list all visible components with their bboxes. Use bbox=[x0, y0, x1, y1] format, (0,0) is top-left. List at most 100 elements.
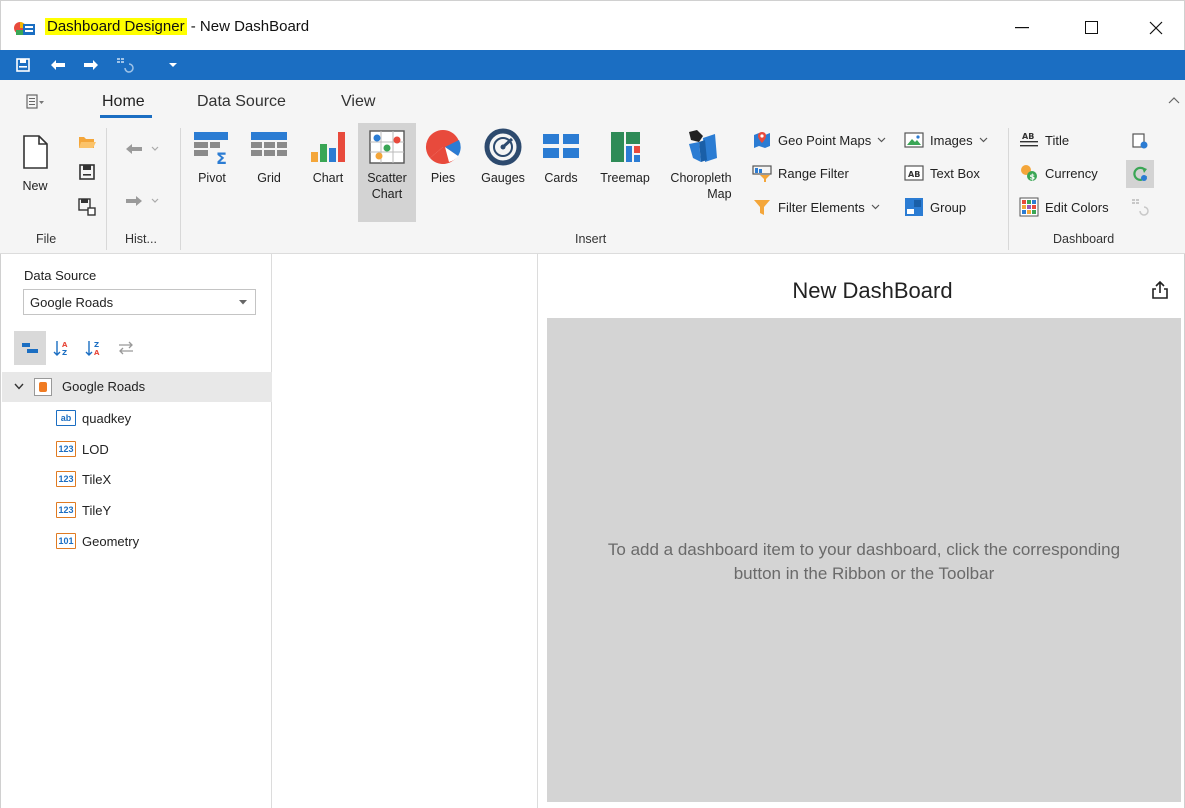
images-button[interactable]: Images bbox=[904, 128, 988, 152]
treemap-button[interactable]: Treemap bbox=[593, 128, 657, 186]
range-filter-label: Range Filter bbox=[778, 165, 849, 181]
sort-descending-button[interactable]: ZA bbox=[78, 331, 110, 365]
svg-text:Σ: Σ bbox=[216, 149, 227, 166]
refresh-fields-button[interactable] bbox=[110, 331, 142, 365]
group-label-file: File bbox=[36, 232, 57, 246]
pivot-button[interactable]: Σ Pivot bbox=[190, 128, 234, 186]
dashboard-title[interactable]: New DashBoard bbox=[538, 278, 1185, 304]
range-filter-button[interactable]: Range Filter bbox=[752, 161, 849, 185]
data-source-dropdown[interactable]: Google Roads bbox=[23, 289, 256, 315]
separator bbox=[106, 128, 107, 250]
binary-field-icon: 101 bbox=[56, 533, 76, 549]
field-name: LOD bbox=[82, 441, 109, 457]
tab-home[interactable]: Home bbox=[102, 93, 145, 111]
currency-button[interactable]: $ Currency bbox=[1019, 161, 1098, 185]
title-label: Title bbox=[1045, 132, 1070, 148]
redo-icon[interactable] bbox=[80, 56, 102, 74]
collapse-ribbon-icon[interactable] bbox=[1168, 96, 1180, 104]
pies-button[interactable]: Pies bbox=[420, 128, 466, 186]
chart-button[interactable]: Chart bbox=[305, 128, 351, 186]
svg-text:Z: Z bbox=[62, 349, 67, 357]
tab-data-source[interactable]: Data Source bbox=[197, 93, 286, 111]
range-filter-icon bbox=[752, 165, 772, 182]
group-label-dashboard: Dashboard bbox=[1053, 232, 1115, 246]
currency-icon: $ bbox=[1021, 165, 1037, 182]
title-button[interactable]: AB Title bbox=[1019, 128, 1069, 152]
new-button[interactable]: New bbox=[20, 134, 50, 194]
field-name: Geometry bbox=[82, 533, 140, 549]
number-field-icon: 123 bbox=[56, 441, 76, 457]
choropleth-map-label: Choropleth Map bbox=[670, 171, 732, 201]
filter-elements-button[interactable]: Filter Elements bbox=[752, 195, 880, 219]
grid-button[interactable]: Grid bbox=[247, 128, 291, 186]
window-title-doc: - New DashBoard bbox=[186, 18, 310, 35]
auto-update-icon[interactable] bbox=[1126, 160, 1154, 188]
history-undo-icon[interactable] bbox=[124, 142, 160, 156]
scatter-chart-button[interactable]: Scatter Chart bbox=[362, 128, 412, 202]
geo-point-maps-button[interactable]: Geo Point Maps bbox=[752, 128, 886, 152]
text-box-button[interactable]: AB Text Box bbox=[904, 161, 980, 185]
svg-text:Z: Z bbox=[94, 341, 99, 349]
field-item-geometry[interactable]: 101 Geometry bbox=[56, 530, 139, 552]
pies-icon bbox=[425, 129, 461, 164]
field-item-tiley[interactable]: 123 TileY bbox=[56, 499, 111, 521]
data-source-panel: Data Source Google Roads AZ ZA Google Ro… bbox=[0, 254, 272, 808]
string-field-icon: ab bbox=[56, 410, 76, 426]
scatter-chart-icon bbox=[369, 130, 405, 164]
refresh-data-icon[interactable] bbox=[114, 56, 136, 74]
new-document-icon bbox=[23, 135, 48, 169]
history-redo-icon[interactable] bbox=[124, 194, 160, 208]
group-label: Group bbox=[930, 199, 967, 215]
tree-root-label: Google Roads bbox=[62, 379, 146, 394]
customize-qat-icon[interactable] bbox=[162, 56, 184, 74]
chevron-down-icon[interactable] bbox=[14, 383, 24, 390]
data-items-panel bbox=[272, 254, 538, 808]
choropleth-map-icon bbox=[689, 130, 717, 162]
backstage-menu-icon[interactable] bbox=[26, 94, 46, 110]
update-data-icon[interactable] bbox=[1131, 198, 1149, 216]
chevron-down-icon bbox=[239, 300, 247, 305]
field-item-tilex[interactable]: 123 TileX bbox=[56, 468, 111, 490]
gauges-icon bbox=[484, 128, 522, 166]
chart-icon bbox=[311, 132, 345, 162]
chevron-down-icon bbox=[877, 137, 886, 143]
save-icon[interactable] bbox=[12, 56, 34, 74]
chart-label: Chart bbox=[312, 171, 344, 185]
sort-ascending-icon: AZ bbox=[53, 341, 68, 357]
empty-message-line-1: To add a dashboard item to your dashboar… bbox=[607, 540, 1121, 559]
field-item-quadkey[interactable]: ab quadkey bbox=[56, 407, 131, 429]
maximize-button[interactable] bbox=[1069, 11, 1115, 45]
number-field-icon: 123 bbox=[56, 471, 76, 487]
minimize-button[interactable] bbox=[999, 11, 1045, 45]
scatter-chart-label: Scatter Chart bbox=[367, 171, 407, 201]
dashboard-drop-zone[interactable]: To add a dashboard item to your dashboar… bbox=[547, 318, 1181, 802]
export-icon[interactable] bbox=[1151, 280, 1169, 300]
choropleth-map-button[interactable]: Choropleth Map bbox=[663, 128, 739, 202]
image-icon bbox=[904, 132, 924, 148]
cards-button[interactable]: Cards bbox=[537, 128, 585, 186]
edit-colors-icon bbox=[1019, 197, 1039, 217]
save-file-icon[interactable] bbox=[79, 164, 95, 180]
field-item-lod[interactable]: 123 LOD bbox=[56, 438, 109, 460]
quick-access-toolbar bbox=[0, 50, 1185, 80]
edit-colors-button[interactable]: Edit Colors bbox=[1019, 195, 1109, 219]
dashboard-canvas: New DashBoard To add a dashboard item to… bbox=[538, 254, 1185, 808]
dashboard-parameters-icon[interactable] bbox=[1131, 132, 1149, 150]
group-button[interactable]: Group bbox=[904, 195, 966, 219]
field-list-toolbar: AZ ZA bbox=[14, 331, 142, 365]
save-as-icon[interactable] bbox=[78, 198, 96, 216]
open-icon[interactable] bbox=[78, 134, 96, 150]
geo-point-maps-label: Geo Point Maps bbox=[778, 132, 872, 148]
sort-ascending-button[interactable]: AZ bbox=[46, 331, 78, 365]
treemap-icon bbox=[611, 132, 640, 162]
gauges-button[interactable]: Gauges bbox=[476, 128, 530, 186]
tab-view[interactable]: View bbox=[341, 93, 375, 111]
close-button[interactable] bbox=[1133, 11, 1179, 45]
title-bar: Dashboard Designer - New DashBoard bbox=[0, 0, 1185, 50]
gauges-label: Gauges bbox=[481, 171, 525, 185]
title-icon: AB bbox=[1020, 132, 1038, 147]
undo-icon[interactable] bbox=[47, 56, 69, 74]
group-by-type-button[interactable] bbox=[14, 331, 46, 365]
separator bbox=[180, 128, 181, 250]
tree-root-node[interactable]: Google Roads bbox=[2, 372, 272, 402]
